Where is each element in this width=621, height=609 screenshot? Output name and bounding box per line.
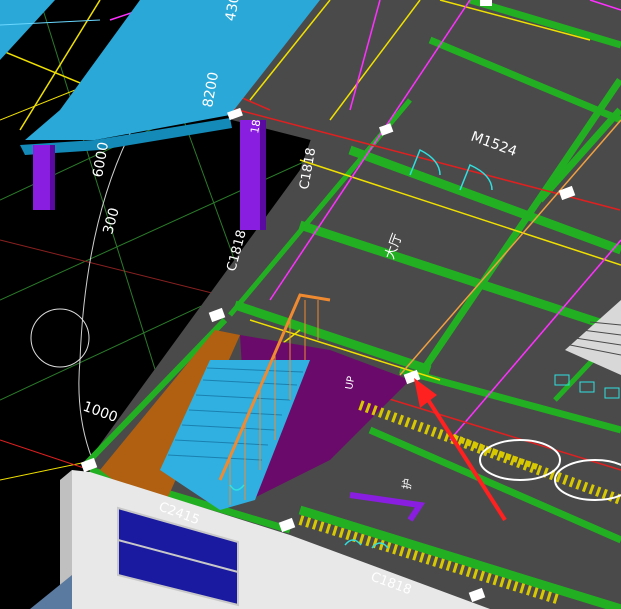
label-fragment-18: 18 [248,118,263,134]
cad-3d-viewport[interactable]: 4300 8200 6000 300 1000 M1524 C1818 C181… [0,0,621,609]
label-fragment-up: UP [344,375,357,390]
